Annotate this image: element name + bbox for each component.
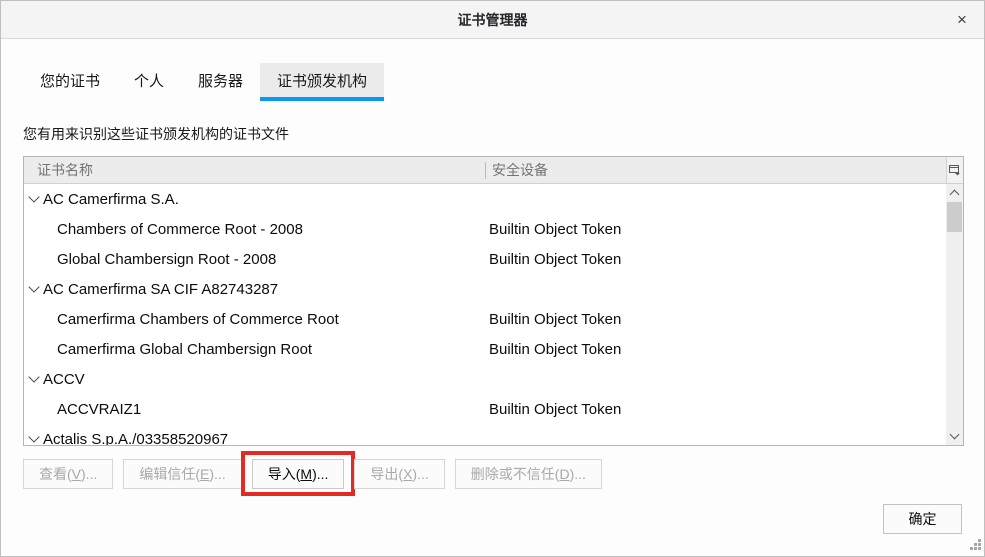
- certificate-table: 证书名称 安全设备 AC Camerfirma S.A. Chambers of…: [23, 156, 964, 446]
- vertical-scrollbar[interactable]: [946, 184, 963, 445]
- table-row[interactable]: ACCV: [24, 364, 946, 394]
- window-title: 证书管理器: [458, 10, 528, 30]
- table-row[interactable]: Camerfirma Global Chambersign Root Built…: [24, 334, 946, 364]
- scrollbar-thumb[interactable]: [947, 202, 962, 232]
- title-bar: 证书管理器 ×: [1, 1, 984, 39]
- chevron-down-icon[interactable]: [28, 431, 39, 442]
- security-device: Builtin Object Token: [489, 311, 621, 328]
- access-key: E: [200, 466, 209, 482]
- access-key: M: [300, 466, 312, 482]
- chevron-down-icon[interactable]: [28, 371, 39, 382]
- security-device: Builtin Object Token: [489, 251, 621, 268]
- column-header-security-device[interactable]: 安全设备: [492, 157, 548, 183]
- cert-name: Camerfirma Chambers of Commerce Root: [57, 311, 339, 328]
- column-divider[interactable]: [485, 162, 486, 179]
- table-row[interactable]: AC Camerfirma S.A.: [24, 184, 946, 214]
- cert-group-name: AC Camerfirma S.A.: [43, 191, 179, 208]
- button-label: )...: [312, 466, 328, 482]
- table-header: 证书名称 安全设备: [24, 157, 963, 184]
- table-row[interactable]: Global Chambersign Root - 2008 Builtin O…: [24, 244, 946, 274]
- button-label: 编辑信任(: [139, 464, 200, 484]
- resize-grip[interactable]: [970, 539, 981, 550]
- view-button[interactable]: 查看(V)...: [23, 459, 113, 489]
- tab-label: 您的证书: [40, 70, 100, 91]
- scroll-down-icon[interactable]: [950, 430, 960, 440]
- button-label: 查看(: [39, 464, 72, 484]
- access-key: D: [559, 466, 569, 482]
- chevron-down-icon[interactable]: [28, 191, 39, 202]
- certificate-manager-dialog: { "window": { "title": "证书管理器", "close_i…: [0, 0, 985, 557]
- cert-name: Chambers of Commerce Root - 2008: [57, 221, 303, 238]
- security-device: Builtin Object Token: [489, 401, 621, 418]
- table-rows: AC Camerfirma S.A. Chambers of Commerce …: [24, 184, 946, 445]
- button-label: 导出(: [370, 464, 403, 484]
- column-header-certificate-name[interactable]: 证书名称: [37, 157, 93, 183]
- scroll-up-icon[interactable]: [950, 190, 960, 200]
- ok-button[interactable]: 确定: [883, 504, 962, 534]
- cert-group-name: Actalis S.p.A./03358520967: [43, 431, 228, 446]
- cert-group-name: ACCV: [43, 371, 85, 388]
- table-row[interactable]: Chambers of Commerce Root - 2008 Builtin…: [24, 214, 946, 244]
- column-picker-icon[interactable]: [946, 157, 963, 183]
- button-label: 删除或不信任(: [471, 464, 560, 484]
- security-device: Builtin Object Token: [489, 341, 621, 358]
- table-row[interactable]: ACCVRAIZ1 Builtin Object Token: [24, 394, 946, 424]
- tab-label: 服务器: [198, 70, 243, 91]
- button-label: )...: [412, 466, 428, 482]
- chevron-down-icon[interactable]: [28, 281, 39, 292]
- export-button[interactable]: 导出(X)...: [354, 459, 444, 489]
- access-key: X: [403, 466, 412, 482]
- close-icon[interactable]: ×: [950, 8, 974, 32]
- security-device: Builtin Object Token: [489, 221, 621, 238]
- tab-bar: 您的证书 个人 服务器 证书颁发机构: [23, 63, 384, 101]
- cert-name: Global Chambersign Root - 2008: [57, 251, 276, 268]
- table-row[interactable]: Camerfirma Chambers of Commerce Root Bui…: [24, 304, 946, 334]
- import-button[interactable]: 导入(M)...: [252, 459, 345, 489]
- description-text: 您有用来识别这些证书颁发机构的证书文件: [23, 124, 289, 144]
- tab-people[interactable]: 个人: [117, 63, 181, 101]
- action-button-row: 查看(V)... 编辑信任(E)... 导入(M)... 导出(X)... 删除…: [23, 459, 602, 489]
- tab-label: 个人: [134, 70, 164, 91]
- delete-or-distrust-button[interactable]: 删除或不信任(D)...: [455, 459, 602, 489]
- button-label: 导入(: [268, 464, 301, 484]
- button-label: )...: [81, 466, 97, 482]
- button-label: )...: [570, 466, 586, 482]
- cert-name: ACCVRAIZ1: [57, 401, 141, 418]
- column-picker-glyph: [949, 164, 961, 176]
- edit-trust-button[interactable]: 编辑信任(E)...: [123, 459, 241, 489]
- tab-authorities[interactable]: 证书颁发机构: [260, 63, 384, 101]
- cert-group-name: AC Camerfirma SA CIF A82743287: [43, 281, 278, 298]
- access-key: V: [72, 466, 81, 482]
- tab-label: 证书颁发机构: [277, 70, 367, 91]
- tab-servers[interactable]: 服务器: [181, 63, 260, 101]
- button-label: )...: [209, 466, 225, 482]
- cert-name: Camerfirma Global Chambersign Root: [57, 341, 312, 358]
- table-row[interactable]: AC Camerfirma SA CIF A82743287: [24, 274, 946, 304]
- table-row[interactable]: Actalis S.p.A./03358520967: [24, 424, 946, 445]
- tab-your-certificates[interactable]: 您的证书: [23, 63, 117, 101]
